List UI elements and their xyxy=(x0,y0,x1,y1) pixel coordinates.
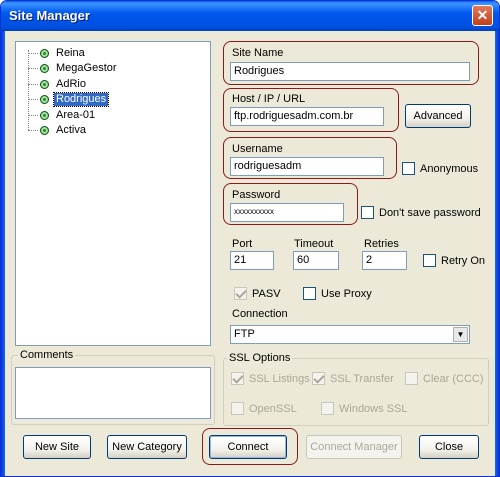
window-frame-left xyxy=(1,31,5,476)
ssl-options-label: SSL Options xyxy=(227,352,293,364)
site-node-icon xyxy=(40,126,49,135)
site-tree-label: Reina xyxy=(56,46,85,59)
site-tree-label: MegaGestor xyxy=(56,62,117,74)
connection-value: FTP xyxy=(234,328,255,340)
timeout-field[interactable]: 60 xyxy=(293,251,339,270)
use-proxy-label: Use Proxy xyxy=(321,287,372,300)
site-tree-item[interactable]: Rodrigues xyxy=(28,92,110,107)
site-tree-label: Activa xyxy=(56,124,86,136)
connection-select[interactable]: FTP ▼ xyxy=(230,325,470,344)
ssl-options-group xyxy=(223,358,489,426)
new-site-button[interactable]: New Site xyxy=(23,435,91,459)
site-tree-item[interactable]: Area-01 xyxy=(28,108,97,122)
openssl-label: OpenSSL xyxy=(249,402,297,415)
pasv-box[interactable] xyxy=(234,287,247,300)
ssl-transfer-label: SSL Transfer xyxy=(330,372,394,385)
advanced-button[interactable]: Advanced xyxy=(405,104,471,128)
window-title: Site Manager xyxy=(9,8,90,23)
site-name-label: Site Name xyxy=(232,47,284,59)
site-node-icon xyxy=(40,79,49,89)
openssl-box[interactable] xyxy=(231,402,244,415)
pasv-label: PASV xyxy=(252,287,281,300)
retry-on-checkbox[interactable]: Retry On xyxy=(423,254,485,267)
anonymous-box[interactable] xyxy=(402,162,415,175)
port-label: Port xyxy=(232,238,253,250)
ssl-listings-checkbox[interactable]: SSL Listings xyxy=(231,372,310,385)
password-field[interactable]: xxxxxxxxxx xyxy=(230,203,344,222)
ssl-listings-label: SSL Listings xyxy=(249,372,310,385)
clear-ccc-box[interactable] xyxy=(405,372,418,385)
host-field[interactable]: ftp.rodriguesadm.com.br xyxy=(230,107,384,126)
site-node-icon xyxy=(40,48,49,58)
close-window-icon[interactable]: ✕ xyxy=(472,5,493,26)
site-node-icon xyxy=(40,110,49,120)
tree-connector xyxy=(28,130,38,131)
anonymous-checkbox[interactable]: Anonymous xyxy=(402,162,478,175)
tree-connector xyxy=(28,114,38,116)
dont-save-password-box[interactable] xyxy=(361,206,374,219)
pasv-checkbox[interactable]: PASV xyxy=(234,287,281,300)
site-tree-label: Area-01 xyxy=(56,108,96,121)
use-proxy-checkbox[interactable]: Use Proxy xyxy=(303,287,372,300)
dont-save-password-checkbox[interactable]: Don't save password xyxy=(361,206,481,219)
openssl-checkbox[interactable]: OpenSSL xyxy=(231,402,297,415)
tree-connector xyxy=(28,52,38,54)
site-node-icon xyxy=(40,95,49,104)
dont-save-password-label: Don't save password xyxy=(379,206,481,219)
windows-ssl-label: Windows SSL xyxy=(339,402,408,415)
site-tree-item[interactable]: MegaGestor xyxy=(28,62,119,76)
retry-on-box[interactable] xyxy=(423,254,436,267)
title-bar[interactable]: Site Manager ✕ xyxy=(1,1,499,31)
comments-textarea[interactable] xyxy=(15,367,211,419)
host-label: Host / IP / URL xyxy=(232,93,306,105)
username-label: Username xyxy=(232,143,283,155)
site-manager-window: Site Manager ✕ Reina MegaGestor AdRio Rodri… xyxy=(0,0,500,477)
site-name-field[interactable]: Rodrigues xyxy=(230,62,470,81)
anonymous-label: Anonymous xyxy=(420,162,479,175)
username-field[interactable]: rodriguesadm xyxy=(230,157,384,176)
retry-on-label: Retry On xyxy=(441,254,486,267)
ssl-listings-box[interactable] xyxy=(231,372,244,385)
password-label: Password xyxy=(232,189,281,201)
tree-connector xyxy=(28,83,38,85)
tree-connector xyxy=(28,99,38,100)
windows-ssl-box[interactable] xyxy=(321,402,334,415)
window-frame-right xyxy=(495,31,499,476)
ssl-transfer-checkbox[interactable]: SSL Transfer xyxy=(312,372,394,385)
windows-ssl-checkbox[interactable]: Windows SSL xyxy=(321,402,407,415)
new-category-button[interactable]: New Category xyxy=(107,435,187,459)
connection-label: Connection xyxy=(232,308,288,320)
retries-field[interactable]: 2 xyxy=(362,251,407,270)
site-tree-label: Rodrigues xyxy=(52,92,110,107)
use-proxy-box[interactable] xyxy=(303,287,316,300)
site-tree-item[interactable]: AdRio xyxy=(28,77,88,91)
site-tree-label: AdRio xyxy=(56,77,86,90)
timeout-label: Timeout xyxy=(294,238,334,250)
clear-ccc-label: Clear (CCC) xyxy=(423,372,484,385)
site-tree[interactable]: Reina MegaGestor AdRio Rodrigues Area-01 Acti… xyxy=(15,41,211,346)
close-button[interactable]: Close xyxy=(419,435,479,459)
site-node-icon xyxy=(40,64,49,73)
comments-label: Comments xyxy=(18,349,76,361)
tree-connector xyxy=(28,68,38,69)
clear-ccc-checkbox[interactable]: Clear (CCC) xyxy=(405,372,484,385)
chevron-down-icon[interactable]: ▼ xyxy=(453,327,468,342)
site-tree-item[interactable]: Activa xyxy=(28,124,88,138)
connect-manager-button[interactable]: Connect Manager xyxy=(306,435,402,459)
connect-button[interactable]: Connect xyxy=(209,435,287,459)
site-tree-item[interactable]: Reina xyxy=(28,46,87,60)
ssl-transfer-box[interactable] xyxy=(312,372,325,385)
port-field[interactable]: 21 xyxy=(230,251,274,270)
retries-label: Retries xyxy=(364,238,399,250)
